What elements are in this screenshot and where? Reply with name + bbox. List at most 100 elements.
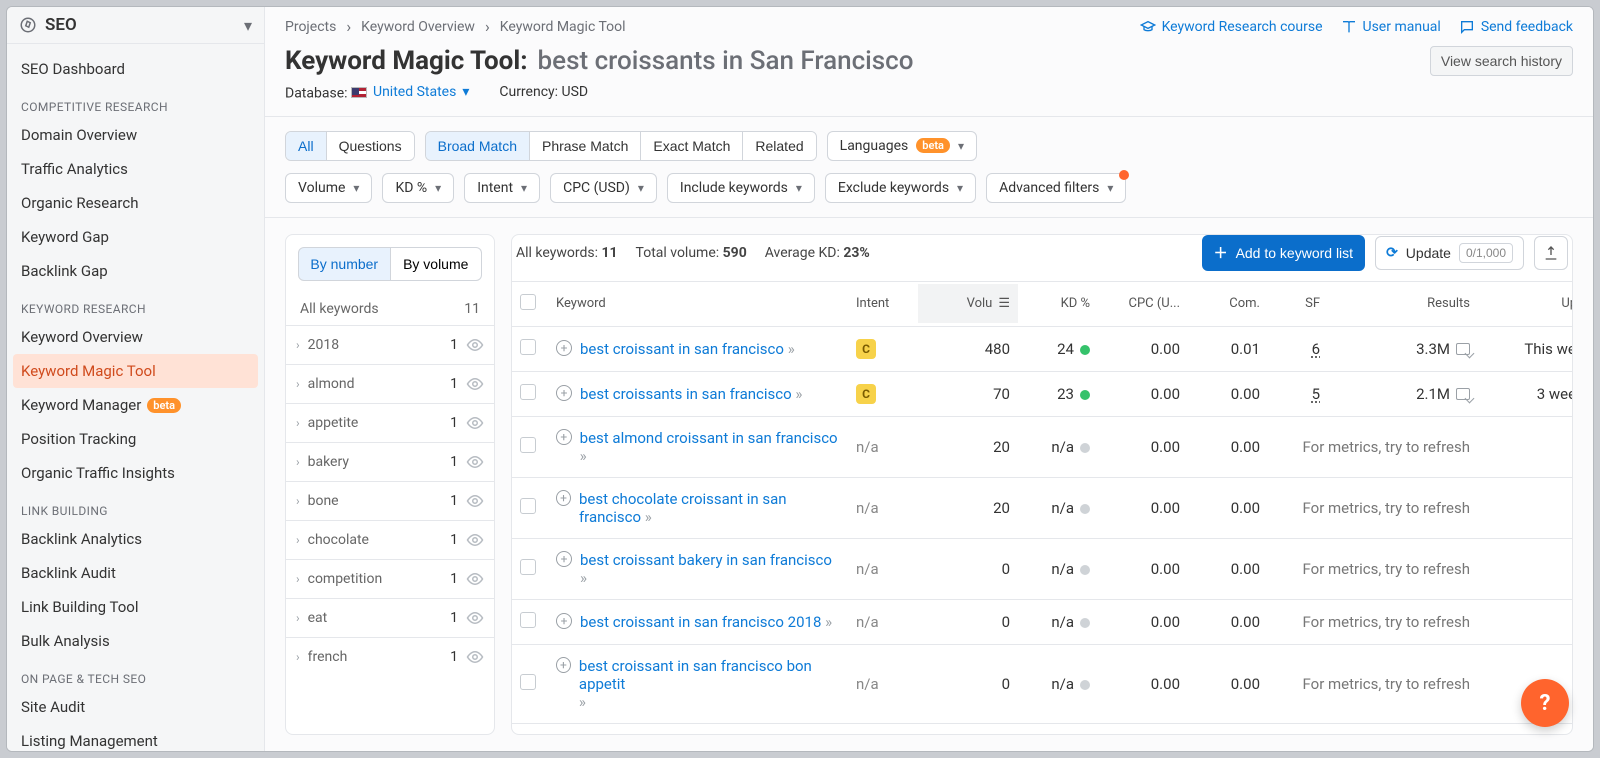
row-checkbox[interactable] xyxy=(520,612,536,628)
column-header[interactable]: KD % xyxy=(1018,284,1098,323)
add-keyword-icon[interactable]: + xyxy=(556,490,571,506)
sidebar-item[interactable]: Organic Research xyxy=(7,186,264,220)
group-row[interactable]: ›eat1 xyxy=(286,598,494,637)
keyword-link[interactable]: best croissant in san francisco 2018 xyxy=(580,613,821,631)
filter-dropdown[interactable]: KD %▾ xyxy=(382,173,454,203)
eye-icon[interactable] xyxy=(466,336,484,354)
expand-icon[interactable]: » xyxy=(580,447,585,465)
filter-dropdown[interactable]: Advanced filters▾ xyxy=(986,173,1126,203)
filter-dropdown[interactable]: Include keywords▾ xyxy=(667,173,815,203)
breadcrumb-item[interactable]: Keyword Magic Tool xyxy=(500,19,626,35)
add-keyword-icon[interactable]: + xyxy=(556,657,571,673)
serp-icon[interactable] xyxy=(1456,388,1470,400)
add-keyword-icon[interactable]: + xyxy=(556,551,572,567)
sidebar-item[interactable]: Keyword Overview xyxy=(7,320,264,354)
eye-icon[interactable] xyxy=(466,492,484,510)
breadcrumb-item[interactable]: Keyword Overview xyxy=(361,19,475,35)
keyword-link[interactable]: best almond croissant in san francisco xyxy=(580,429,838,447)
eye-icon[interactable] xyxy=(466,375,484,393)
eye-icon[interactable] xyxy=(466,414,484,432)
sidebar-item[interactable]: Domain Overview xyxy=(7,118,264,152)
add-to-keyword-list-button[interactable]: ＋ Add to keyword list xyxy=(1202,235,1366,271)
sidebar-category-selector[interactable]: SEO ▾ xyxy=(7,7,264,44)
languages-dropdown[interactable]: Languages beta ▾ xyxy=(827,131,977,161)
row-checkbox[interactable] xyxy=(520,559,536,575)
breadcrumb-item[interactable]: Projects xyxy=(285,19,336,35)
keyword-link[interactable]: best croissant in san francisco xyxy=(580,340,784,358)
header-link[interactable]: User manual xyxy=(1341,19,1441,35)
sidebar-item[interactable]: Backlink Audit xyxy=(7,556,264,590)
filter-dropdown[interactable]: Exclude keywords▾ xyxy=(825,173,976,203)
filter-dropdown[interactable]: CPC (USD)▾ xyxy=(550,173,657,203)
sidebar-item[interactable]: Backlink Gap xyxy=(7,254,264,288)
segment-option[interactable]: Phrase Match xyxy=(529,132,640,160)
group-row[interactable]: ›almond1 xyxy=(286,364,494,403)
segment-option[interactable]: Questions xyxy=(326,132,414,160)
expand-icon[interactable]: » xyxy=(795,385,800,403)
sidebar-item[interactable]: Traffic Analytics xyxy=(7,152,264,186)
segment-option[interactable]: Broad Match xyxy=(426,132,529,160)
keyword-link[interactable]: best chocolate croissant in san francisc… xyxy=(579,490,787,526)
segment-option[interactable]: Related xyxy=(742,132,815,160)
expand-icon[interactable]: » xyxy=(825,613,830,631)
export-button[interactable] xyxy=(1534,236,1568,270)
sidebar-item[interactable]: Keyword Managerbeta xyxy=(7,388,264,422)
keyword-link[interactable]: best croissants in san francisco xyxy=(580,385,792,403)
header-link[interactable]: Send feedback xyxy=(1459,19,1573,35)
sidebar-item[interactable]: Backlink Analytics xyxy=(7,522,264,556)
column-header[interactable]: Updated xyxy=(1478,284,1572,323)
column-header[interactable]: Results xyxy=(1328,284,1478,323)
add-keyword-icon[interactable]: + xyxy=(556,385,572,401)
groups-mode-option[interactable]: By number xyxy=(298,247,391,281)
eye-icon[interactable] xyxy=(466,648,484,666)
sidebar-item[interactable]: Bulk Analysis xyxy=(7,624,264,658)
serp-icon[interactable] xyxy=(1456,343,1470,355)
add-keyword-icon[interactable]: + xyxy=(556,429,572,445)
keyword-link[interactable]: best croissant in san francisco bon appe… xyxy=(579,657,812,693)
sidebar-item[interactable]: Position Tracking xyxy=(7,422,264,456)
group-row[interactable]: ›bakery1 xyxy=(286,442,494,481)
filter-dropdown[interactable]: Volume▾ xyxy=(285,173,372,203)
row-checkbox[interactable] xyxy=(520,674,536,690)
row-checkbox[interactable] xyxy=(520,339,536,355)
column-header[interactable]: Intent xyxy=(848,284,918,323)
expand-icon[interactable]: » xyxy=(579,693,584,711)
group-row[interactable]: ›20181 xyxy=(286,325,494,364)
update-button[interactable]: ⟳ Update 0/1,000 xyxy=(1375,236,1524,270)
view-search-history-button[interactable]: View search history xyxy=(1430,46,1573,76)
groups-mode-option[interactable]: By volume xyxy=(391,247,483,281)
group-row[interactable]: ›appetite1 xyxy=(286,403,494,442)
segment-option[interactable]: All xyxy=(286,132,326,160)
add-keyword-icon[interactable]: + xyxy=(556,613,572,629)
sidebar-item[interactable]: Keyword Magic Tool xyxy=(13,354,258,388)
group-row[interactable]: ›competition1 xyxy=(286,559,494,598)
database-selector[interactable]: United States ▾ xyxy=(351,84,469,100)
segment-option[interactable]: Exact Match xyxy=(640,132,742,160)
sidebar-item[interactable]: Organic Traffic Insights xyxy=(7,456,264,490)
eye-icon[interactable] xyxy=(466,570,484,588)
sidebar-item-dashboard[interactable]: SEO Dashboard xyxy=(7,52,264,86)
column-header[interactable] xyxy=(512,282,548,326)
eye-icon[interactable] xyxy=(466,453,484,471)
sidebar-item[interactable]: Site Audit xyxy=(7,690,264,724)
column-header[interactable]: Keyword xyxy=(548,284,848,323)
filter-dropdown[interactable]: Intent▾ xyxy=(464,173,540,203)
eye-icon[interactable] xyxy=(466,531,484,549)
add-keyword-icon[interactable]: + xyxy=(556,340,572,356)
sidebar-item[interactable]: Listing Management xyxy=(7,724,264,751)
select-all-checkbox[interactable] xyxy=(520,294,536,310)
sidebar-item[interactable]: Keyword Gap xyxy=(7,220,264,254)
help-fab[interactable]: ? xyxy=(1521,679,1569,727)
column-header[interactable]: CPC (U... xyxy=(1098,284,1188,323)
row-checkbox[interactable] xyxy=(520,437,536,453)
column-header[interactable]: Com. xyxy=(1188,284,1268,323)
eye-icon[interactable] xyxy=(466,609,484,627)
expand-icon[interactable]: » xyxy=(580,569,585,587)
sidebar-item[interactable]: Link Building Tool xyxy=(7,590,264,624)
row-checkbox[interactable] xyxy=(520,498,536,514)
group-row[interactable]: ›french1 xyxy=(286,637,494,676)
column-header[interactable]: SF xyxy=(1268,284,1328,323)
row-checkbox[interactable] xyxy=(520,384,536,400)
expand-icon[interactable]: » xyxy=(645,508,650,526)
column-header[interactable]: Volu☰ xyxy=(918,284,1018,323)
